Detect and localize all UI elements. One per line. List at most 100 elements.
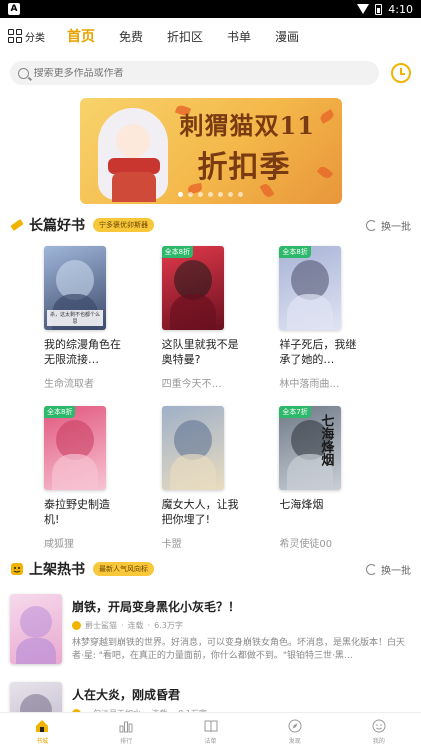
compass-icon — [287, 718, 303, 734]
banner-dot[interactable] — [228, 192, 233, 197]
discount-tag: 全本8折 — [161, 246, 194, 258]
home-icon — [34, 718, 50, 734]
banner-dot[interactable] — [178, 192, 183, 197]
hot-books-badge: 最新人气风向标 — [93, 562, 154, 576]
booklist-icon — [203, 718, 219, 734]
battery-icon — [375, 3, 383, 15]
discount-tag: 全本7折 — [279, 406, 311, 418]
long-books-badge: 宁多褒优卯斯器 — [93, 218, 154, 232]
book-cover[interactable]: 全本7折 七海烽烟 — [279, 406, 342, 490]
category-label: 分类 — [25, 32, 45, 44]
top-nav: 分类 首页 免费 折扣区 书单 漫画 — [0, 18, 421, 54]
book-cover[interactable]: 全本8折 — [44, 406, 106, 490]
hot-books-title: 上架热书 — [29, 562, 85, 578]
promo-banner[interactable]: 刺猬猫双11 折扣季 — [79, 98, 342, 204]
book-title[interactable]: 这队里就我不是奥特曼? — [162, 337, 242, 367]
author-icon — [72, 621, 81, 630]
book-cover[interactable]: 全本8折 — [161, 246, 224, 330]
wifi-icon — [357, 4, 370, 14]
pencil-icon — [10, 219, 24, 231]
long-books-refresh-button[interactable]: 换一批 — [366, 218, 411, 233]
book-title[interactable]: 祥子死后，我继承了她的… — [279, 337, 359, 367]
banner-dot[interactable] — [188, 192, 193, 197]
hot-book-item[interactable]: 崩铁，开局变身黑化小灰毛？！ 爵士鲨猫 · 连载 · 6.3万字林梦穿越到崩铁的世界。好消… — [0, 594, 421, 682]
banner-subheadline: 折扣季 — [197, 150, 291, 185]
book-author: 爵士鲨猫 — [85, 621, 117, 630]
discount-tag: 全本8折 — [279, 246, 311, 258]
book-cover[interactable]: 全本8折 — [279, 246, 342, 330]
ranking-icon — [118, 718, 134, 734]
book-status: 连载 — [127, 621, 144, 630]
long-books-grid: 杀，这太剩不也都个么思 我的综漫角色在无限流接… 生命流取者 全本8折 这队里就我不是奥… — [0, 246, 421, 550]
history-clock-icon[interactable] — [391, 63, 411, 83]
banner-pagination[interactable] — [80, 192, 342, 197]
book-card[interactable]: 全本8折泰拉野史制造机! 咸狐狸 — [44, 406, 144, 550]
book-meta: 爵士鲨猫 · 连载 · 6.3万字 — [72, 620, 411, 631]
cover-caption: 杀，这太剩不也都个么思 — [47, 310, 103, 326]
search-bar[interactable] — [10, 61, 379, 85]
profile-icon — [371, 718, 387, 734]
book-author: 卡盟 — [161, 539, 182, 550]
tab-home[interactable]: 首页 — [67, 26, 95, 46]
bottom-nav-item[interactable]: 发现 — [253, 713, 337, 750]
search-icon — [18, 67, 29, 79]
tab-comics[interactable]: 漫画 — [275, 28, 299, 45]
book-title[interactable]: 我的综漫角色在无限流接… — [44, 337, 124, 367]
bottom-nav-item[interactable]: 排行 — [84, 713, 168, 750]
banner-dot[interactable] — [218, 192, 223, 197]
bottom-nav-item[interactable]: 我的 — [337, 713, 421, 750]
book-card[interactable]: 杀，这太剩不也都个么思我的综漫角色在无限流接… 生命流取者 — [44, 246, 144, 390]
banner-dot[interactable] — [198, 192, 203, 197]
book-cover[interactable] — [10, 594, 62, 664]
cover-title: 七海烽烟 — [318, 414, 334, 466]
app-logo-icon: A — [8, 3, 20, 15]
bottom-nav-label: 发现 — [288, 738, 301, 745]
refresh-icon — [366, 219, 377, 231]
bottom-nav: 书城 排行 法单 发现 我的 — [0, 712, 421, 750]
long-books-title: 长篇好书 — [29, 218, 85, 234]
book-author: 咸狐狸 — [44, 539, 74, 550]
banner-dot[interactable] — [238, 192, 243, 197]
refresh-icon — [366, 563, 377, 575]
book-card[interactable]: 全本8折这队里就我不是奥特曼? 四重今天不… — [161, 246, 262, 390]
bottom-nav-item[interactable]: 书城 — [0, 713, 84, 750]
category-button[interactable]: 分类 — [8, 29, 45, 44]
book-title[interactable]: 七海烽烟 — [279, 497, 359, 527]
book-cover[interactable]: 杀，这太剩不也都个么思 — [44, 246, 106, 330]
book-author: 林中落雨曲… — [279, 379, 340, 390]
banner-headline: 刺猬猫双11 — [179, 111, 315, 140]
book-card[interactable]: 全本8折祥子死后，我继承了她的… 林中落雨曲… — [279, 246, 379, 390]
banner-character-image — [94, 102, 172, 202]
search-row — [0, 58, 421, 88]
category-grid-icon — [8, 29, 22, 43]
tab-free[interactable]: 免费 — [119, 28, 143, 45]
discount-tag: 全本8折 — [44, 406, 76, 418]
smiley-icon — [11, 563, 23, 575]
book-title[interactable]: 人在大炎，刚成昏君 — [72, 686, 411, 703]
book-author: 生命流取者 — [44, 379, 94, 390]
book-title[interactable]: 崩铁，开局变身黑化小灰毛？！ — [72, 598, 411, 615]
status-time: 4:10 — [388, 2, 413, 16]
bottom-nav-label: 书城 — [36, 738, 49, 745]
status-bar: A 4:10 — [0, 0, 421, 18]
hot-books-header: 上架热书 最新人气风向标 换一批 — [0, 558, 421, 580]
tab-discount[interactable]: 折扣区 — [167, 28, 203, 45]
book-card[interactable]: 全本7折 七海烽烟 七海烽烟 希灵使徒00 — [279, 406, 379, 550]
book-word-count: 6.3万字 — [154, 621, 183, 630]
bottom-nav-label: 我的 — [372, 738, 385, 745]
hot-books-refresh-button[interactable]: 换一批 — [366, 562, 411, 577]
bottom-nav-label: 法单 — [204, 738, 217, 745]
tab-booklist[interactable]: 书单 — [227, 28, 251, 45]
bottom-nav-label: 排行 — [120, 738, 133, 745]
book-author: 希灵使徒00 — [279, 539, 333, 550]
bottom-nav-item[interactable]: 法单 — [168, 713, 252, 750]
banner-dot[interactable] — [208, 192, 213, 197]
long-books-header: 长篇好书 宁多褒优卯斯器 换一批 — [0, 214, 421, 236]
book-author: 四重今天不… — [161, 379, 222, 390]
book-card[interactable]: 魔女大人，让我把你埋了! 卡盟 — [161, 406, 262, 550]
book-cover[interactable] — [161, 406, 224, 490]
search-input[interactable] — [33, 67, 371, 79]
book-title[interactable]: 泰拉野史制造机! — [44, 497, 124, 527]
book-title[interactable]: 魔女大人，让我把你埋了! — [162, 497, 242, 527]
book-description: 林梦穿越到崩铁的世界。好消息，可以变身崩铁女角色。坏消息，是黑化版本！白天者·星… — [72, 638, 406, 661]
